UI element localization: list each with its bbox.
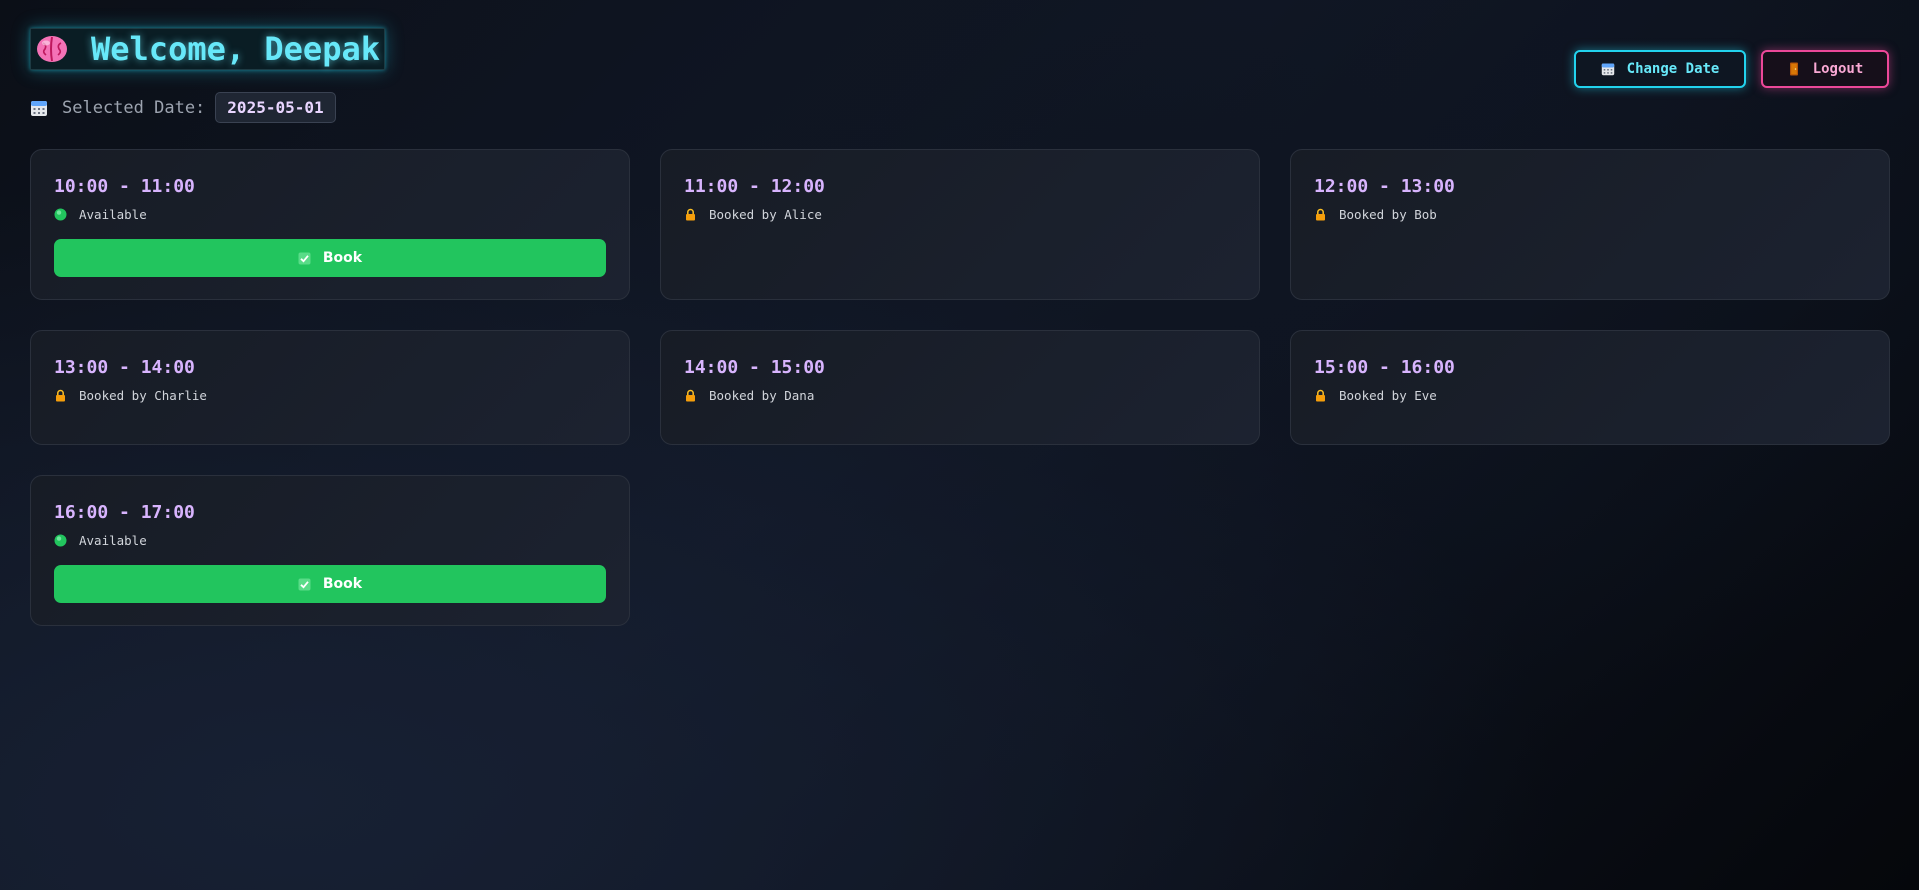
- change-date-label: Change Date: [1626, 61, 1720, 77]
- logout-button[interactable]: Logout: [1761, 50, 1889, 88]
- time-slot-card: 12:00 - 13:00 Booked by Bob: [1290, 149, 1890, 300]
- slot-status: Booked by Charlie: [54, 388, 606, 403]
- slot-status-text: Booked by Dana: [709, 388, 815, 403]
- time-slot-card: 16:00 - 17:00 Available Book: [30, 475, 630, 626]
- logout-label: Logout: [1812, 61, 1864, 77]
- slot-time: 10:00 - 11:00: [54, 176, 195, 197]
- page-header: Welcome, Deepak Selected Date: 2025-05-0…: [30, 28, 385, 123]
- calendar-icon: [30, 99, 48, 117]
- selected-date-row: Selected Date: 2025-05-01: [30, 92, 385, 123]
- time-slot-grid: 10:00 - 11:00 Available Book 11:00 - 12:…: [30, 149, 1890, 626]
- door-icon: [1787, 62, 1801, 76]
- slot-status-text: Available: [79, 533, 147, 548]
- green-circle-icon: [54, 208, 67, 221]
- slot-time: 14:00 - 15:00: [684, 357, 825, 378]
- lock-icon: [1314, 208, 1327, 221]
- slot-time: 11:00 - 12:00: [684, 176, 825, 197]
- welcome-banner: Welcome, Deepak: [30, 28, 385, 70]
- slot-status-text: Booked by Bob: [1339, 207, 1437, 222]
- brain-icon: [35, 34, 69, 64]
- welcome-text: Welcome, Deepak: [91, 30, 380, 68]
- selected-date-label: Selected Date:: [62, 97, 206, 118]
- slot-time: 16:00 - 17:00: [54, 502, 195, 523]
- slot-status-text: Available: [79, 207, 147, 222]
- slot-status: Booked by Bob: [1314, 207, 1866, 222]
- slot-status: Available: [54, 533, 606, 548]
- top-actions: Change Date Logout: [1574, 50, 1889, 88]
- slot-status-text: Booked by Eve: [1339, 388, 1437, 403]
- time-slot-card: 15:00 - 16:00 Booked by Eve: [1290, 330, 1890, 445]
- lock-icon: [1314, 389, 1327, 402]
- checkbox-icon: [298, 252, 311, 265]
- slot-status: Available: [54, 207, 606, 222]
- slot-status-text: Booked by Alice: [709, 207, 822, 222]
- lock-icon: [684, 208, 697, 221]
- book-button[interactable]: Book: [54, 239, 606, 277]
- lock-icon: [684, 389, 697, 402]
- time-slot-card: 11:00 - 12:00 Booked by Alice: [660, 149, 1260, 300]
- slot-status-text: Booked by Charlie: [79, 388, 207, 403]
- slot-status: Booked by Dana: [684, 388, 1236, 403]
- lock-icon: [54, 389, 67, 402]
- checkbox-icon: [298, 578, 311, 591]
- book-button-label: Book: [322, 576, 363, 592]
- slot-status: Booked by Eve: [1314, 388, 1866, 403]
- change-date-button[interactable]: Change Date: [1574, 50, 1746, 88]
- calendar-icon: [1601, 62, 1615, 76]
- slot-time: 12:00 - 13:00: [1314, 176, 1455, 197]
- time-slot-card: 13:00 - 14:00 Booked by Charlie: [30, 330, 630, 445]
- green-circle-icon: [54, 534, 67, 547]
- time-slot-card: 14:00 - 15:00 Booked by Dana: [660, 330, 1260, 445]
- time-slot-card: 10:00 - 11:00 Available Book: [30, 149, 630, 300]
- slot-time: 13:00 - 14:00: [54, 357, 195, 378]
- slot-time: 15:00 - 16:00: [1314, 357, 1455, 378]
- slot-status: Booked by Alice: [684, 207, 1236, 222]
- book-button-label: Book: [322, 250, 363, 266]
- selected-date-value: 2025-05-01: [215, 92, 336, 123]
- book-button[interactable]: Book: [54, 565, 606, 603]
